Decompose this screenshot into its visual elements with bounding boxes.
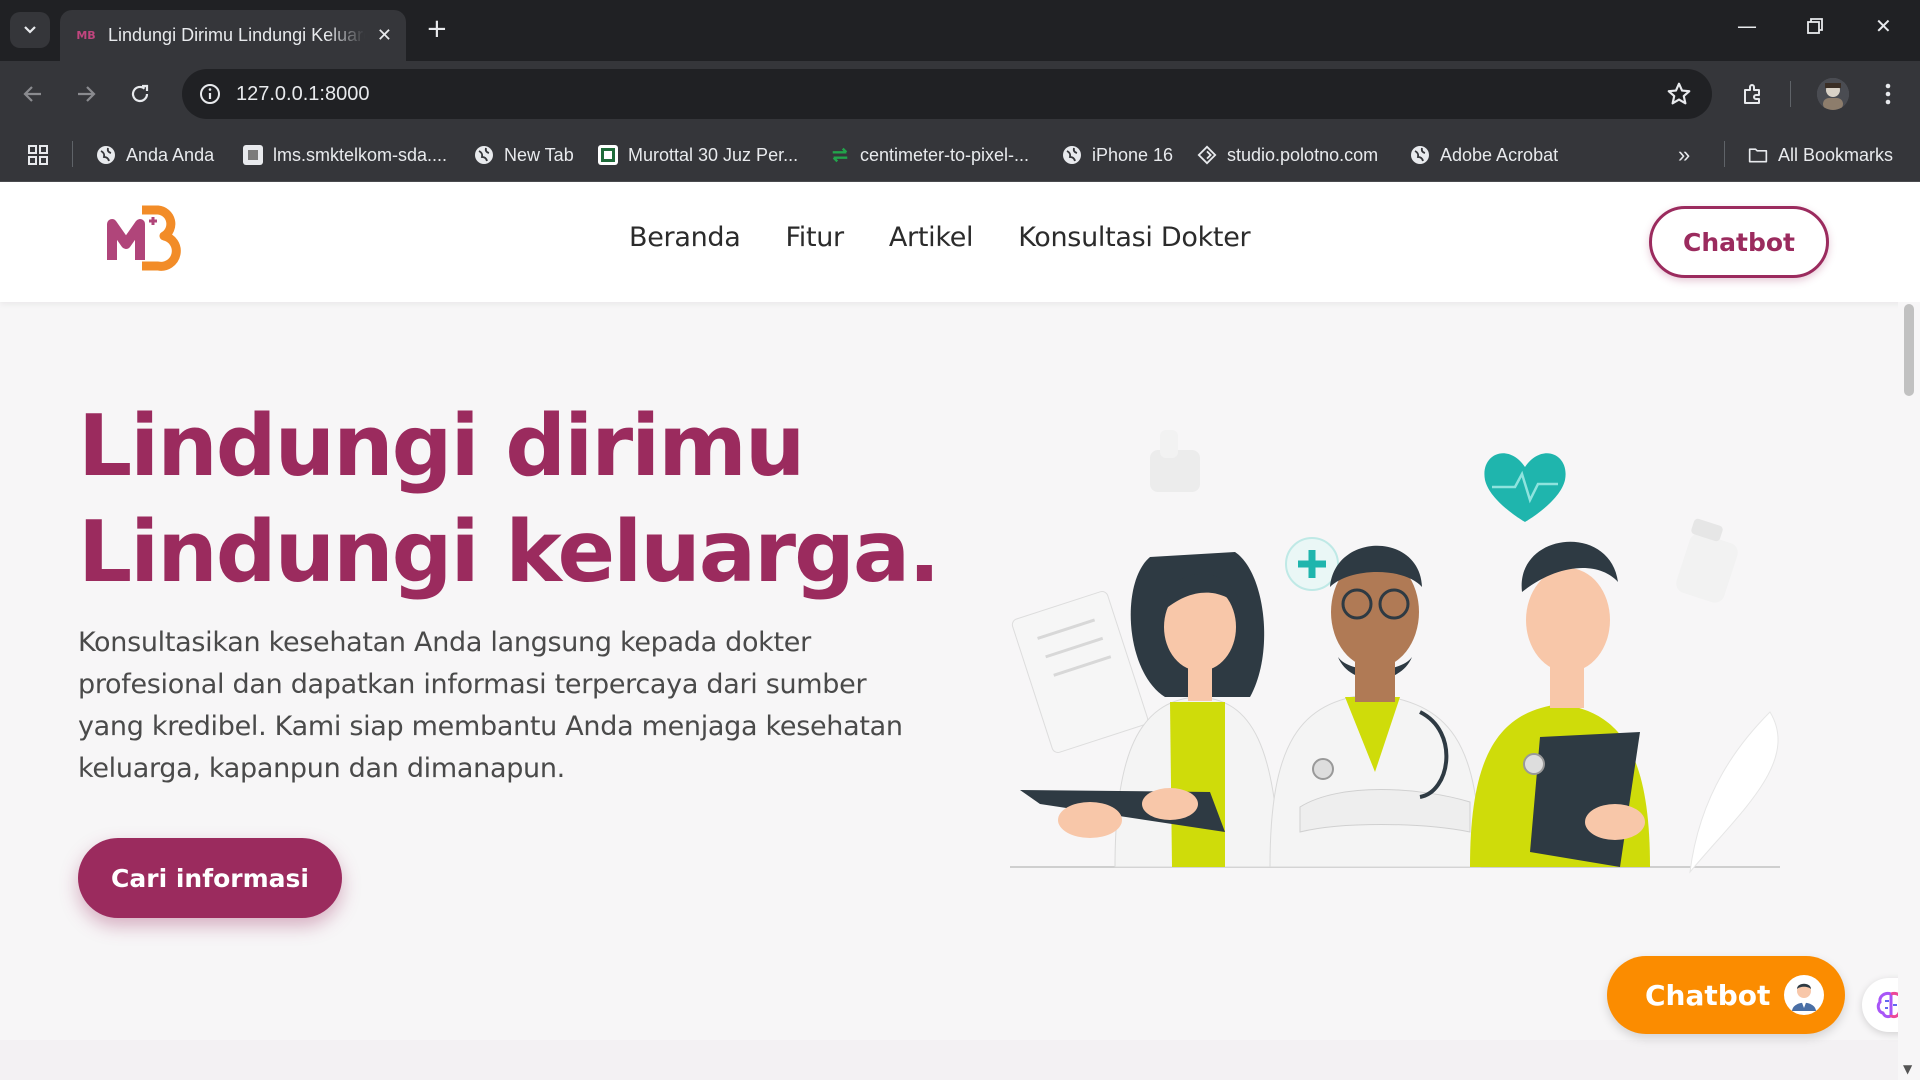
- chatbot-nav-button[interactable]: Chatbot: [1649, 206, 1829, 278]
- bookmark-item[interactable]: Adobe Acrobat: [1410, 141, 1558, 169]
- arrows-icon: [830, 145, 850, 165]
- bookmark-label: Murottal 30 Juz Per...: [628, 144, 799, 165]
- page-scrollbar[interactable]: ▼: [1898, 302, 1920, 1080]
- bookmarks-divider: [72, 141, 73, 167]
- more-vertical-icon: [1885, 83, 1891, 105]
- hero-title: Lindungi dirimu Lindungi keluarga.: [78, 394, 941, 606]
- next-section-edge: [0, 1040, 1898, 1080]
- tab-strip: MB Lindungi Dirimu Lindungi Keluarga ✕ +…: [0, 0, 1920, 61]
- heart-icon: [1484, 453, 1566, 522]
- nav-beranda[interactable]: Beranda: [629, 222, 741, 253]
- scroll-down-arrow-icon[interactable]: ▼: [1903, 1062, 1912, 1076]
- active-tab[interactable]: MB Lindungi Dirimu Lindungi Keluarga ✕: [60, 10, 406, 61]
- globe-icon: [1062, 145, 1082, 165]
- main-menu: Beranda Fitur Artikel Konsultasi Dokter: [629, 222, 1251, 253]
- apps-button[interactable]: [27, 141, 49, 169]
- globe-icon: [96, 145, 116, 165]
- bookmarks-divider: [1724, 141, 1725, 167]
- bookmark-item[interactable]: Anda Anda: [96, 141, 214, 169]
- bookmark-label: lms.smktelkom-sda....: [273, 144, 448, 165]
- nav-fitur[interactable]: Fitur: [785, 222, 844, 253]
- polotno-icon: [1197, 145, 1217, 165]
- cari-informasi-button[interactable]: Cari informasi: [78, 838, 342, 918]
- all-bookmarks-label: All Bookmarks: [1778, 144, 1894, 165]
- bookmarks-bar: Anda Anda lms.smktelkom-sda.... New Tab …: [0, 127, 1920, 182]
- bookmark-item[interactable]: iPhone 16: [1062, 141, 1173, 169]
- back-button[interactable]: [17, 78, 49, 110]
- tab-favicon: MB: [76, 29, 96, 42]
- nav-konsultasi-dokter[interactable]: Konsultasi Dokter: [1018, 222, 1250, 253]
- tab-title: Lindungi Dirimu Lindungi Keluarga: [108, 25, 365, 45]
- bookmark-label: iPhone 16: [1092, 144, 1174, 165]
- site-header: Beranda Fitur Artikel Konsultasi Dokter …: [0, 182, 1920, 302]
- tab-search-button[interactable]: [10, 12, 50, 48]
- extensions-button[interactable]: [1737, 78, 1769, 110]
- bookmark-label: studio.polotno.com: [1227, 144, 1379, 165]
- thumbs-up-icon: [1150, 430, 1200, 492]
- male-doctor-right-figure: [1470, 541, 1650, 867]
- web-page: Beranda Fitur Artikel Konsultasi Dokter …: [0, 182, 1920, 1080]
- restore-icon[interactable]: [1806, 16, 1824, 40]
- menu-button[interactable]: [1872, 78, 1904, 110]
- globe-icon: [1410, 145, 1430, 165]
- globe-icon: [474, 145, 494, 165]
- bookmark-label: New Tab: [504, 144, 574, 165]
- bookmark-item[interactable]: lms.smktelkom-sda....: [243, 141, 447, 169]
- arrow-right-icon: [78, 86, 96, 102]
- bookmark-item[interactable]: studio.polotno.com: [1197, 141, 1378, 169]
- forward-button[interactable]: [70, 78, 102, 110]
- bookmark-item[interactable]: Murottal 30 Juz Per...: [598, 141, 798, 169]
- all-bookmarks-button[interactable]: All Bookmarks: [1748, 141, 1893, 169]
- bookmark-item[interactable]: centimeter-to-pixel-...: [830, 141, 1029, 169]
- document-icon: [1011, 591, 1149, 753]
- site-icon: [243, 145, 263, 165]
- bookmark-star-icon[interactable]: [1666, 81, 1692, 111]
- brand-logo[interactable]: [106, 202, 184, 280]
- site-info-icon[interactable]: [196, 80, 224, 108]
- hero-title-line-1: Lindungi dirimu: [78, 397, 805, 496]
- reload-icon: [131, 84, 149, 103]
- minimize-icon[interactable]: —: [1737, 14, 1757, 38]
- close-window-icon[interactable]: ✕: [1875, 14, 1892, 38]
- bookmark-label: centimeter-to-pixel-...: [860, 144, 1030, 165]
- new-tab-button[interactable]: +: [426, 16, 448, 42]
- plus-badge-icon: [1285, 537, 1339, 591]
- apps-grid-icon: [28, 145, 48, 165]
- bookmark-item[interactable]: New Tab: [474, 141, 574, 169]
- address-bar[interactable]: 127.0.0.1:8000: [182, 69, 1712, 119]
- doctors-illustration: [1010, 430, 1780, 874]
- nav-artikel[interactable]: Artikel: [889, 222, 974, 253]
- bookmark-label: Adobe Acrobat: [1440, 144, 1559, 165]
- url-text[interactable]: 127.0.0.1:8000: [236, 83, 369, 106]
- scrollbar-thumb[interactable]: [1904, 304, 1914, 396]
- hero-title-line-2: Lindungi keluarga.: [78, 503, 941, 602]
- floating-chatbot-button[interactable]: Chatbot: [1607, 956, 1845, 1034]
- toolbar-divider: [1790, 81, 1791, 107]
- reload-button[interactable]: [124, 78, 156, 110]
- avatar-icon: [1817, 78, 1849, 110]
- folder-icon: [1748, 145, 1768, 165]
- bookmark-label: Anda Anda: [126, 144, 215, 165]
- more-bookmarks-icon[interactable]: »: [1678, 141, 1690, 169]
- puzzle-icon: [1744, 84, 1760, 104]
- site-icon: [598, 145, 618, 165]
- close-tab-icon[interactable]: ✕: [377, 25, 392, 46]
- floating-chatbot-label: Chatbot: [1645, 978, 1771, 1012]
- chevron-down-icon: [24, 26, 36, 34]
- profile-avatar[interactable]: [1817, 78, 1849, 110]
- browser-toolbar: 127.0.0.1:8000: [0, 61, 1920, 127]
- medicine-bottle-icon: [1676, 518, 1738, 603]
- male-doctor-center-figure: [1269, 545, 1481, 868]
- doctor-avatar-icon: [1784, 975, 1825, 1015]
- arrow-left-icon: [23, 86, 41, 102]
- hero-description: Konsultasikan kesehatan Anda langsung ke…: [78, 627, 903, 784]
